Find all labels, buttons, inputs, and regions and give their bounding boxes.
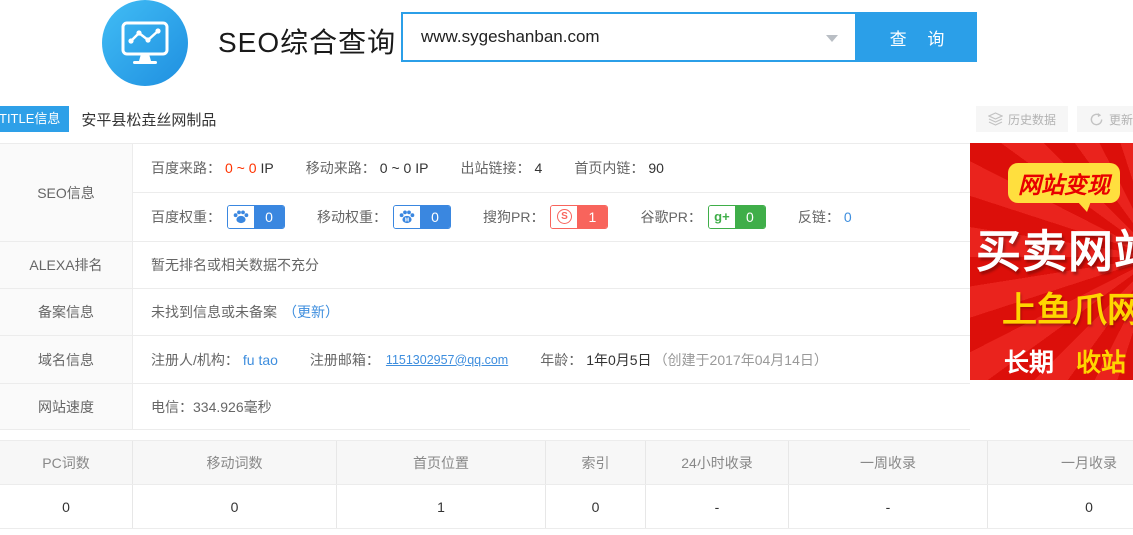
header: SEO综合查询 查 询 bbox=[0, 0, 1133, 92]
traffic-row: 百度来路： 0 ~ 0 IP 移动来路： 0 ~ 0 IP 出站链接： 4 首页… bbox=[133, 144, 970, 192]
pc-words-value[interactable]: 0 bbox=[0, 485, 133, 528]
refresh-icon bbox=[1089, 112, 1104, 127]
ad-headline: 买卖网站 bbox=[976, 215, 1133, 280]
alexa-label: ALEXA排名 bbox=[0, 242, 133, 288]
ad-footer-text: 长期 收站 bbox=[1004, 343, 1133, 379]
baidu-traffic-value: 0 ~ 0 bbox=[225, 160, 257, 176]
keyword-stats-table: PC词数 移动词数 首页位置 索引 24小时收录 一周收录 一月收录 0 0 1… bbox=[0, 440, 1133, 529]
title-bar: TITLE信息 安平县松垚丝网制品 历史数据 更新 bbox=[0, 105, 1133, 133]
icp-value: 未找到信息或未备案 bbox=[151, 302, 277, 322]
col-mobile-words: 移动词数 bbox=[133, 441, 337, 484]
backlinks-link[interactable]: 0 bbox=[844, 209, 852, 225]
history-data-button[interactable]: 历史数据 bbox=[976, 106, 1068, 132]
ad-bubble-text: 网站变现 bbox=[1008, 163, 1120, 203]
mobile-words-value[interactable]: 0 bbox=[133, 485, 337, 528]
homelinks-value: 90 bbox=[648, 160, 664, 176]
domain-row: 域名信息 注册人/机构： fu tao 注册邮箱： 1151302957@qq.… bbox=[0, 336, 970, 384]
col-month-included: 一月收录 bbox=[988, 441, 1133, 484]
ad-subheadline: 上鱼爪网 bbox=[1002, 282, 1133, 333]
ad-banner[interactable]: 网站变现 买卖网站 上鱼爪网 长期 收站 bbox=[970, 143, 1133, 380]
baidu-weight-badge[interactable]: 0 bbox=[227, 205, 285, 229]
sogou-icon: S bbox=[557, 209, 572, 224]
query-button[interactable]: 查 询 bbox=[857, 12, 977, 62]
seo-query-page: SEO综合查询 查 询 TITLE信息 安平县松垚丝网制品 历史数据 更新 bbox=[0, 0, 1133, 535]
month-included-value[interactable]: 0 bbox=[988, 485, 1133, 528]
domain-created-note: （创建于2017年04月14日） bbox=[654, 350, 828, 370]
outlinks-value: 4 bbox=[535, 160, 543, 176]
search-bar: 查 询 bbox=[401, 12, 977, 62]
google-plus-icon: g+ bbox=[714, 209, 730, 224]
svg-text:M: M bbox=[405, 217, 409, 223]
domain-label: 域名信息 bbox=[0, 336, 133, 383]
page-title: SEO综合查询 bbox=[218, 21, 396, 61]
icp-label: 备案信息 bbox=[0, 289, 133, 335]
rank-row: 百度权重： 0 移动权重： bbox=[133, 192, 970, 240]
h24-included-value: - bbox=[646, 485, 789, 528]
layers-icon bbox=[988, 112, 1003, 126]
stats-header-row: PC词数 移动词数 首页位置 索引 24小时收录 一周收录 一月收录 bbox=[0, 441, 1133, 485]
seo-info-row: SEO信息 百度来路： 0 ~ 0 IP 移动来路： 0 ~ 0 IP 出站链接… bbox=[0, 144, 970, 242]
week-included-value: - bbox=[789, 485, 988, 528]
google-pr-badge[interactable]: g+ 0 bbox=[708, 205, 766, 229]
index-value[interactable]: 0 bbox=[546, 485, 646, 528]
icp-update-link[interactable]: （更新） bbox=[283, 302, 339, 322]
seo-info-label: SEO信息 bbox=[0, 144, 133, 241]
baidu-mobile-paw-icon: M bbox=[394, 206, 420, 228]
monitor-chart-icon bbox=[119, 19, 171, 67]
speed-label: 网站速度 bbox=[0, 384, 133, 429]
speed-value: 电信：334.926毫秒 bbox=[151, 397, 272, 417]
stats-value-row: 0 0 1 0 - - 0 bbox=[0, 485, 1133, 529]
title-info-badge: TITLE信息 bbox=[0, 106, 69, 132]
chevron-down-icon[interactable] bbox=[826, 35, 838, 42]
col-24h-included: 24小时收录 bbox=[646, 441, 789, 484]
search-input[interactable] bbox=[401, 12, 857, 62]
speed-row: 网站速度 电信：334.926毫秒 bbox=[0, 384, 970, 430]
mobile-traffic-value: 0 ~ 0 bbox=[380, 160, 412, 176]
registrant-link[interactable]: fu tao bbox=[243, 352, 278, 368]
col-pc-words: PC词数 bbox=[0, 441, 133, 484]
site-title: 安平县松垚丝网制品 bbox=[81, 109, 216, 130]
home-position-value[interactable]: 1 bbox=[337, 485, 546, 528]
domain-age-value: 1年0月5日 bbox=[586, 350, 651, 370]
alexa-value: 暂无排名或相关数据不充分 bbox=[151, 255, 319, 275]
col-index: 索引 bbox=[546, 441, 646, 484]
icp-row: 备案信息 未找到信息或未备案 （更新） bbox=[0, 289, 970, 336]
registrant-email-link[interactable]: 1151302957@qq.com bbox=[386, 353, 508, 367]
refresh-button[interactable]: 更新 bbox=[1077, 106, 1133, 132]
col-home-position: 首页位置 bbox=[337, 441, 546, 484]
alexa-row: ALEXA排名 暂无排名或相关数据不充分 bbox=[0, 242, 970, 289]
mobile-weight-badge[interactable]: M 0 bbox=[393, 205, 451, 229]
app-logo bbox=[102, 0, 188, 86]
seo-info-table: SEO信息 百度来路： 0 ~ 0 IP 移动来路： 0 ~ 0 IP 出站链接… bbox=[0, 143, 970, 430]
col-week-included: 一周收录 bbox=[789, 441, 988, 484]
sogou-pr-badge[interactable]: S 1 bbox=[550, 205, 608, 229]
baidu-paw-icon bbox=[228, 206, 254, 228]
